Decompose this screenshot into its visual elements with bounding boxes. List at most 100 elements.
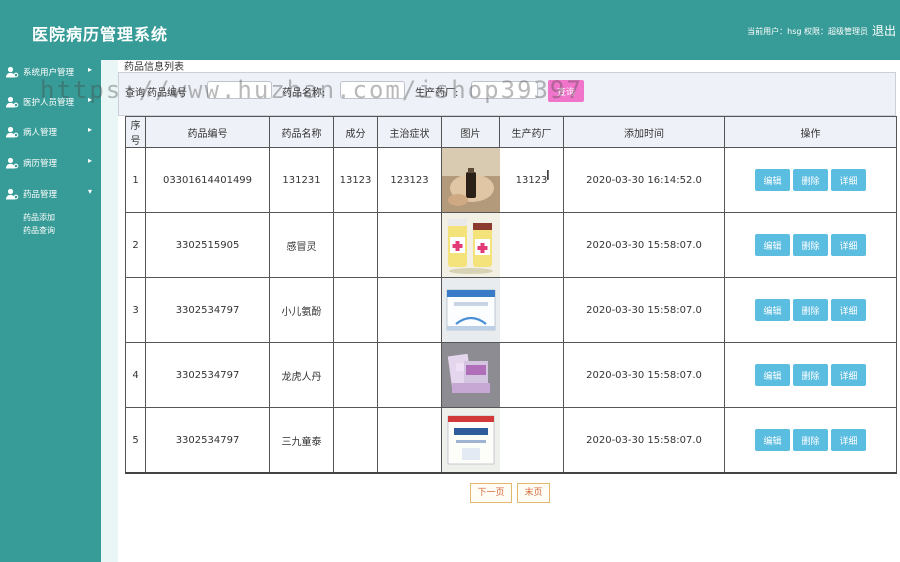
drug-code-input[interactable] <box>207 81 272 99</box>
cell-image <box>441 147 500 213</box>
sidebar: 系统用户管理 ▸ 医护人员管理 ▸ 病人管理 ▸ 病历管理 ▸ 药品管理 ▾ 药… <box>0 60 101 562</box>
cell-time: 2020-03-30 15:58:07.0 <box>563 407 725 474</box>
detail-button[interactable]: 详细 <box>831 169 866 191</box>
chevron-right-icon: ▸ <box>88 156 93 165</box>
search-prefix-label: 查询 <box>125 88 145 99</box>
sidebar-item-medical-staff[interactable]: 医护人员管理 ▸ <box>0 90 101 114</box>
next-page-button[interactable]: 下一页 <box>470 483 512 503</box>
delete-button[interactable]: 删除 <box>793 429 828 451</box>
edit-button[interactable]: 编辑 <box>755 429 790 451</box>
cell-image <box>441 212 500 278</box>
cell-code: 3302534797 <box>145 342 270 408</box>
user-gear-icon <box>6 96 19 108</box>
query-button[interactable]: 查询 <box>548 80 584 102</box>
edit-button[interactable]: 编辑 <box>755 364 790 386</box>
delete-button[interactable]: 删除 <box>793 299 828 321</box>
cell-maker <box>499 212 564 278</box>
sidebar-item-label: 病人管理 <box>23 128 58 138</box>
detail-button[interactable]: 详细 <box>831 234 866 256</box>
cell-time: 2020-03-30 16:14:52.0 <box>563 147 725 213</box>
sidebar-item-patients[interactable]: 病人管理 ▸ <box>0 120 101 144</box>
cell-name: 小儿氨酚 <box>269 277 334 343</box>
cell-symptom <box>377 342 442 408</box>
col-header-image: 图片 <box>441 116 500 148</box>
detail-button[interactable]: 详细 <box>831 299 866 321</box>
cell-name: 三九童泰 <box>269 407 334 474</box>
drug-photo-pill-bottles <box>442 213 500 277</box>
drug-photo-bottle-hand <box>442 148 500 212</box>
user-gear-icon <box>6 188 19 200</box>
cell-image <box>441 342 500 408</box>
sidebar-subitem-drug-query[interactable]: 药品查询 <box>23 225 55 236</box>
cell-ingredient <box>333 342 378 408</box>
cell-ingredient <box>333 407 378 474</box>
cell-code: 3302534797 <box>145 277 270 343</box>
cell-ingredient <box>333 277 378 343</box>
cell-time: 2020-03-30 15:58:07.0 <box>563 277 725 343</box>
top-header: 医院病历管理系统 当前用户：hsg 权限：超级管理员 退出 <box>0 0 900 60</box>
cell-time: 2020-03-30 15:58:07.0 <box>563 342 725 408</box>
cell-no: 2 <box>125 212 146 278</box>
delete-button[interactable]: 删除 <box>793 364 828 386</box>
user-gear-icon <box>6 66 19 78</box>
table-row: 1 03301614401499 131231 13123 123123 131… <box>125 147 897 213</box>
delete-button[interactable]: 删除 <box>793 234 828 256</box>
sidebar-item-records[interactable]: 病历管理 ▸ <box>0 151 101 175</box>
edit-button[interactable]: 编辑 <box>755 299 790 321</box>
sidebar-item-label: 医护人员管理 <box>23 98 75 108</box>
sidebar-item-system-users[interactable]: 系统用户管理 ▸ <box>0 60 101 84</box>
detail-button[interactable]: 详细 <box>831 429 866 451</box>
drug-name-label: 药品名称: <box>282 88 326 99</box>
cell-actions: 编辑 删除 详细 <box>724 212 897 278</box>
cell-no: 4 <box>125 342 146 408</box>
cell-name: 感冒灵 <box>269 212 334 278</box>
table-row: 2 3302515905 感冒灵 2020-03-30 15:58:07.0 编… <box>125 212 897 278</box>
drug-code-label: 药品编号 <box>147 88 187 99</box>
edit-button[interactable]: 编辑 <box>755 234 790 256</box>
last-page-button[interactable]: 末页 <box>517 483 550 503</box>
page-title: 药品信息列表 <box>124 62 184 73</box>
cell-ingredient <box>333 212 378 278</box>
cell-image <box>441 407 500 474</box>
table-row: 3 3302534797 小儿氨酚 2020-03-30 15:58:07.0 <box>125 277 897 343</box>
table-header-row: 序号 药品编号 药品名称 成分 主治症状 图片 生产药厂 添加时间 操作 <box>125 116 897 148</box>
chevron-down-icon: ▾ <box>88 187 93 196</box>
edit-button[interactable]: 编辑 <box>755 169 790 191</box>
col-header-code: 药品编号 <box>145 116 270 148</box>
user-gear-icon <box>6 157 19 169</box>
cell-no: 5 <box>125 407 146 474</box>
sidebar-item-label: 病历管理 <box>23 159 58 169</box>
cell-code: 3302515905 <box>145 212 270 278</box>
drug-photo-medicine-packs <box>442 343 500 407</box>
drug-name-input[interactable] <box>340 81 405 99</box>
table-row: 4 3302534797 龙虎人丹 2020-03-30 15:58:07.0 <box>125 342 897 408</box>
cell-name: 龙虎人丹 <box>269 342 334 408</box>
col-header-no: 序号 <box>125 116 146 148</box>
cell-symptom: 123123 <box>377 147 442 213</box>
cell-ingredient: 13123 <box>333 147 378 213</box>
logout-link[interactable]: 退出 <box>872 22 896 39</box>
sidebar-subitem-drug-add[interactable]: 药品添加 <box>23 212 55 223</box>
cell-code: 03301614401499 <box>145 147 270 213</box>
user-gear-icon <box>6 126 19 138</box>
cell-no: 1 <box>125 147 146 213</box>
manufacturer-label: 生产药厂: <box>415 88 459 99</box>
cell-maker <box>499 277 564 343</box>
col-header-maker: 生产药厂 <box>499 116 564 148</box>
drug-photo-medicine-box-blue <box>442 408 500 472</box>
cell-symptom <box>377 407 442 474</box>
sidebar-item-label: 药品管理 <box>23 190 58 200</box>
sidebar-item-drugs[interactable]: 药品管理 ▾ <box>0 182 101 206</box>
drug-table: 序号 药品编号 药品名称 成分 主治症状 图片 生产药厂 添加时间 操作 1 0… <box>125 116 897 474</box>
sidebar-item-label: 系统用户管理 <box>23 68 75 78</box>
detail-button[interactable]: 详细 <box>831 364 866 386</box>
cell-name: 131231 <box>269 147 334 213</box>
chevron-right-icon: ▸ <box>88 65 93 74</box>
cell-actions: 编辑 删除 详细 <box>724 147 897 213</box>
delete-button[interactable]: 删除 <box>793 169 828 191</box>
manufacturer-input[interactable] <box>471 81 538 99</box>
content-gutter <box>101 60 118 562</box>
app-title: 医院病历管理系统 <box>32 25 169 44</box>
col-header-ingredient: 成分 <box>333 116 378 148</box>
col-header-symptom: 主治症状 <box>377 116 442 148</box>
